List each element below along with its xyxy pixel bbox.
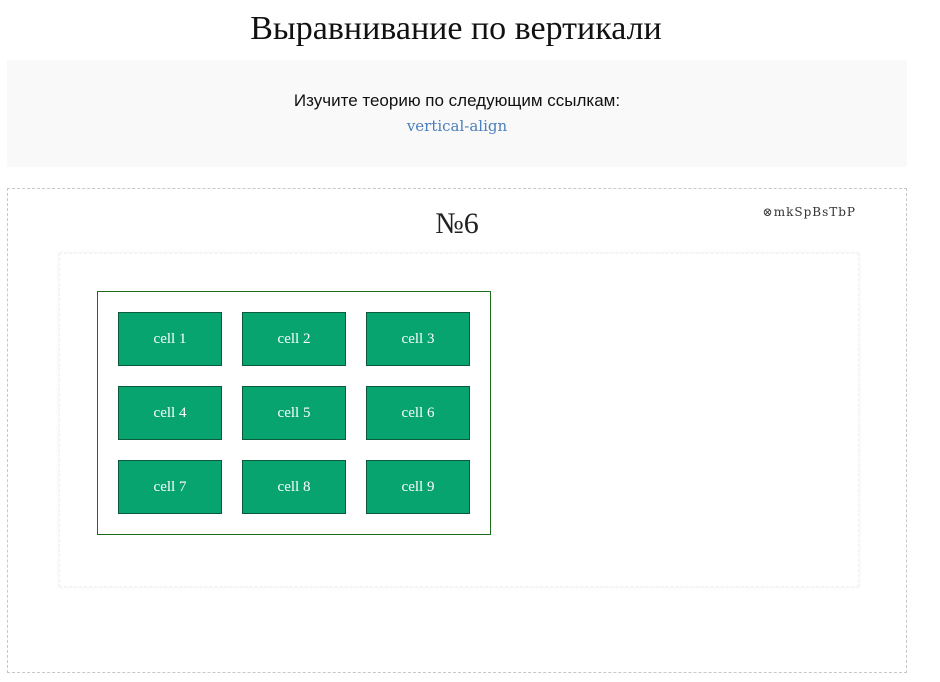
theory-link-vertical-align[interactable]: vertical-align: [7, 117, 907, 135]
cell-2: cell 2: [242, 312, 346, 366]
task-frame: ⊗mkSpBsTbP №6 cell 1 cell 2 cell 3 cell …: [7, 188, 907, 673]
cell-8: cell 8: [242, 460, 346, 514]
cell-7: cell 7: [118, 460, 222, 514]
cell-3: cell 3: [366, 312, 470, 366]
cell-1: cell 1: [118, 312, 222, 366]
cell-4: cell 4: [118, 386, 222, 440]
cell-9: cell 9: [366, 460, 470, 514]
theory-panel: Изучите теорию по следующим ссылкам: ver…: [7, 60, 907, 167]
page-title: Выравнивание по вертикали: [250, 10, 662, 47]
cell-grid-container: cell 1 cell 2 cell 3 cell 4 cell 5 cell …: [97, 291, 491, 535]
demo-area: cell 1 cell 2 cell 3 cell 4 cell 5 cell …: [59, 253, 859, 587]
cell-5: cell 5: [242, 386, 346, 440]
cell-6: cell 6: [366, 386, 470, 440]
task-number: №6: [435, 207, 479, 240]
theory-instruction: Изучите теорию по следующим ссылкам:: [293, 91, 621, 110]
